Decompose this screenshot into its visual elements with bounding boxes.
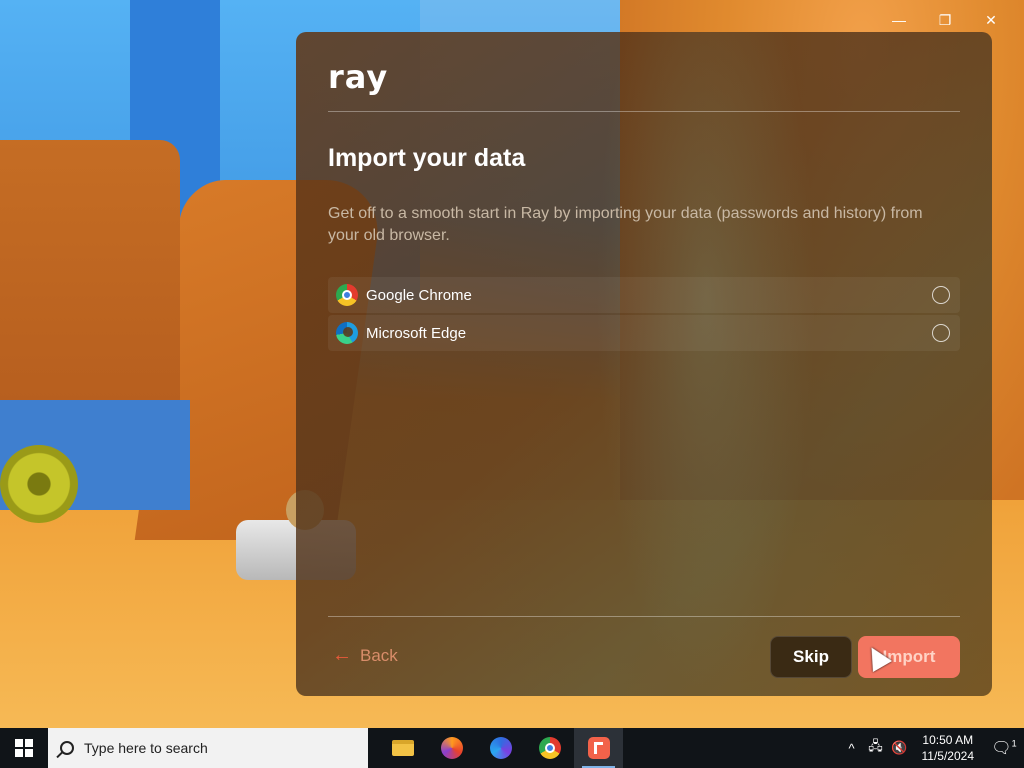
firefox-nightly-icon xyxy=(489,737,512,759)
chrome-icon xyxy=(336,284,358,306)
skip-button[interactable]: Skip xyxy=(770,636,852,678)
background-orange-block xyxy=(0,140,180,440)
import-dialog: ray Import your data Get off to a smooth… xyxy=(296,32,992,696)
taskbar-file-explorer[interactable] xyxy=(378,728,427,768)
restore-button[interactable]: ❐ xyxy=(922,8,968,32)
browser-label: Microsoft Edge xyxy=(366,324,467,342)
search-placeholder: Type here to search xyxy=(84,740,208,756)
clock[interactable]: 10:50 AM 11/5/2024 xyxy=(912,732,985,764)
browser-label: Google Chrome xyxy=(366,286,472,304)
taskbar-firefox-nightly[interactable] xyxy=(476,728,525,768)
start-button[interactable] xyxy=(0,728,48,768)
notification-icon[interactable]: 🗨1 xyxy=(984,738,1024,758)
search-icon xyxy=(60,741,74,755)
ray-logo: ray xyxy=(328,58,389,96)
page-subtitle: Get off to a smooth start in Ray by impo… xyxy=(328,205,923,244)
page-title: Import your data xyxy=(328,144,526,172)
dialog-blur-overlay xyxy=(596,32,816,696)
close-button[interactable]: ✕ xyxy=(968,8,1014,32)
chrome-icon xyxy=(538,737,561,759)
top-divider xyxy=(328,111,960,112)
chrome-radio[interactable] xyxy=(932,286,950,304)
notification-count: 1 xyxy=(1011,738,1017,749)
browser-option-chrome[interactable]: Google Chrome xyxy=(328,277,960,313)
minimize-button[interactable]: — xyxy=(876,8,922,32)
network-icon[interactable]: 🖧 xyxy=(864,737,888,759)
chevron-up-icon[interactable]: ^ xyxy=(840,741,864,756)
window-controls: — ❐ ✕ xyxy=(876,8,1014,32)
taskbar-firefox[interactable] xyxy=(427,728,476,768)
taskbar-chrome[interactable] xyxy=(525,728,574,768)
bottom-divider xyxy=(328,616,960,617)
browser-list: Google Chrome Microsoft Edge xyxy=(328,277,960,353)
back-button[interactable]: ← Back xyxy=(332,644,398,667)
taskbar-search[interactable]: Type here to search xyxy=(48,728,368,768)
taskbar-ray[interactable] xyxy=(574,728,623,768)
taskbar-apps xyxy=(378,728,623,768)
clock-date: 11/5/2024 xyxy=(921,749,975,763)
ray-browser-icon xyxy=(587,737,610,759)
clock-time: 10:50 AM xyxy=(922,733,974,747)
taskbar: Type here to search ^ 🖧 🔇 10:50 AM 11/5/… xyxy=(0,728,1024,768)
browser-option-edge[interactable]: Microsoft Edge xyxy=(328,315,960,351)
windows-logo-icon xyxy=(15,739,33,757)
edge-radio[interactable] xyxy=(932,324,950,342)
edge-icon xyxy=(336,322,358,344)
volume-muted-icon[interactable]: 🔇 xyxy=(888,740,912,756)
background-coin xyxy=(0,445,78,523)
system-tray: ^ 🖧 🔇 10:50 AM 11/5/2024 🗨1 xyxy=(840,728,1024,768)
file-explorer-icon xyxy=(391,740,414,756)
firefox-icon xyxy=(440,737,463,759)
back-label: Back xyxy=(360,645,398,665)
arrow-left-icon: ← xyxy=(332,644,352,666)
